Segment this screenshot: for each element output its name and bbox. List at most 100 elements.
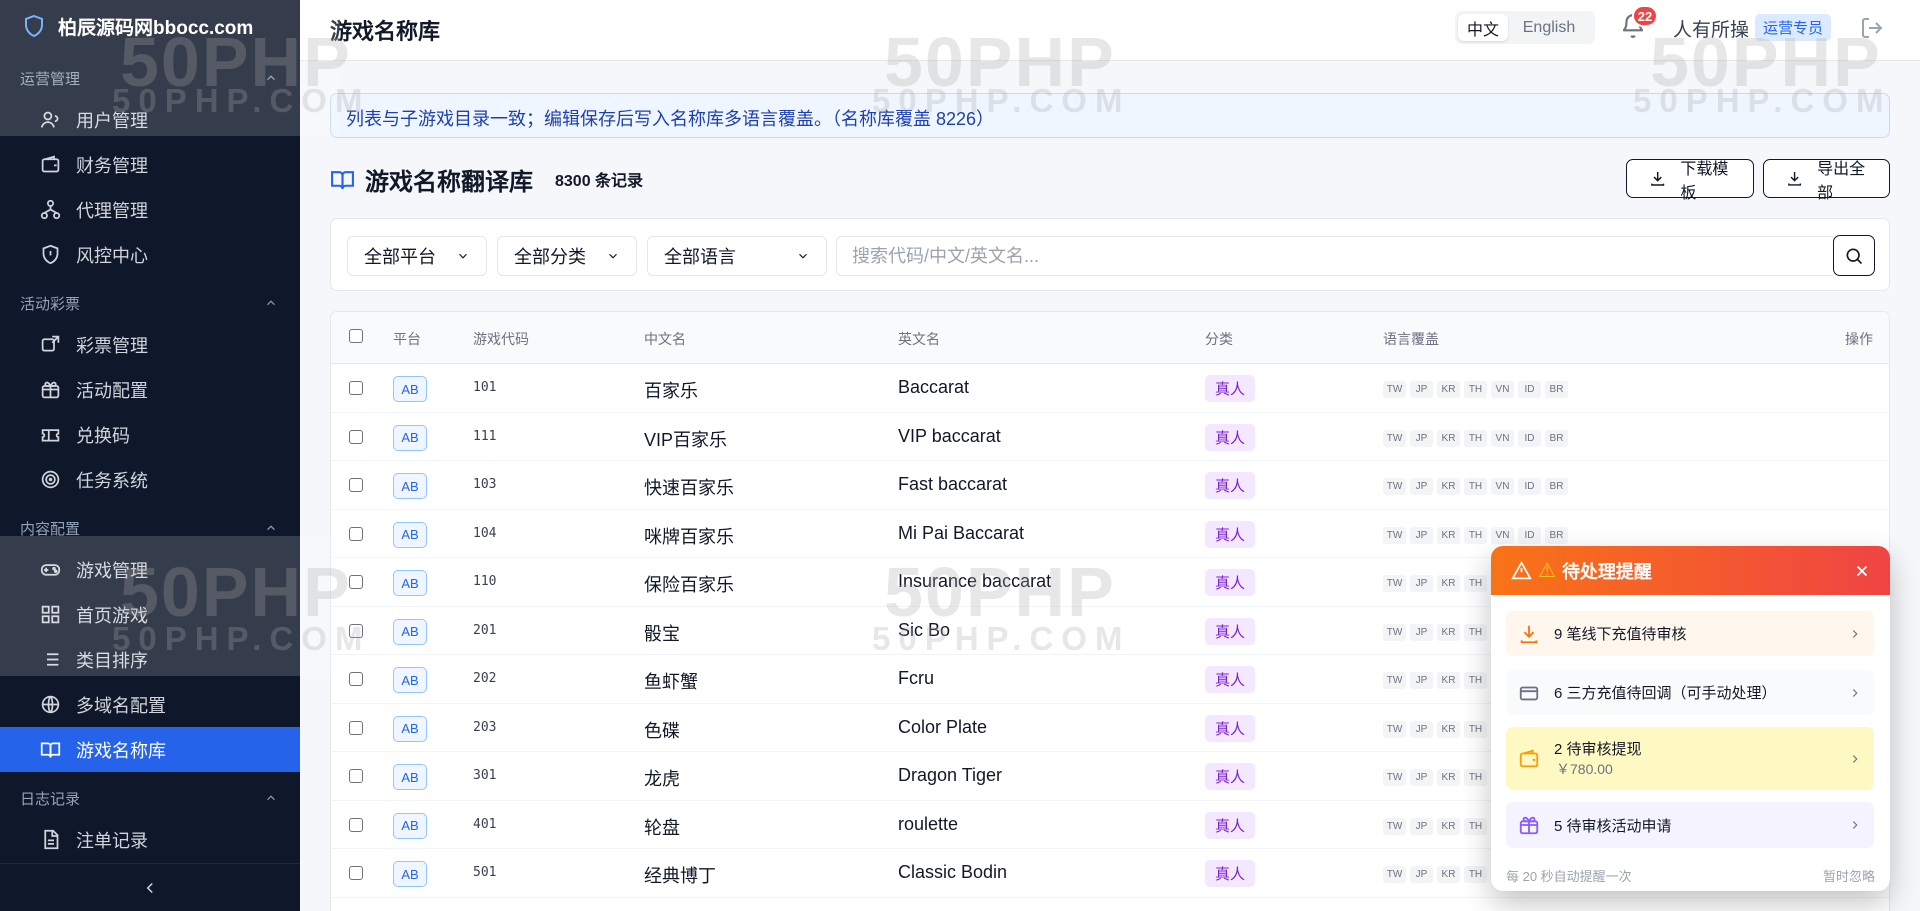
- sidebar-item-label: 用户管理: [76, 110, 148, 131]
- chevron-down-icon: [459, 253, 467, 259]
- username[interactable]: 人有所操: [1673, 15, 1749, 42]
- row-checkbox[interactable]: [349, 866, 363, 880]
- alert-third-party-callback[interactable]: 6 三方充值待回调（可手动处理）: [1506, 670, 1874, 715]
- sidebar-item-users[interactable]: 用户管理: [0, 97, 300, 142]
- game-code: 201: [473, 622, 497, 638]
- shield-icon: [25, 14, 43, 38]
- gift-icon: [41, 381, 60, 399]
- row-checkbox[interactable]: [349, 623, 363, 638]
- lang-english-button[interactable]: English: [1508, 14, 1590, 41]
- nav-group-label: 内容配置: [20, 520, 81, 538]
- language-tag: JP: [1410, 623, 1433, 641]
- export-all-button[interactable]: 导出全部: [1763, 159, 1890, 202]
- sidebar-item-games[interactable]: 游戏管理: [0, 547, 300, 592]
- sidebar-item-label: 财务管理: [76, 155, 148, 176]
- row-checkbox[interactable]: [349, 720, 363, 735]
- sidebar-item-finance[interactable]: 财务管理: [0, 142, 300, 187]
- game-code: 401: [473, 816, 497, 832]
- language-tag: KR: [1437, 672, 1460, 689]
- english-name: Color Plate: [898, 716, 988, 737]
- alert-offline-deposit[interactable]: 9 笔线下充值待审核: [1506, 611, 1874, 656]
- alert-withdrawal[interactable]: 2 待审核提现 ￥780.00: [1506, 727, 1874, 790]
- sidebar-item-activities[interactable]: 活动配置: [0, 367, 300, 412]
- sidebar-item-label: 彩票管理: [76, 335, 148, 356]
- info-notice: 列表与子游戏目录一致；编辑保存后写入名称库多语言覆盖。（名称库覆盖 8226）: [330, 93, 1890, 138]
- lang-chinese-button[interactable]: 中文: [1458, 14, 1508, 41]
- language-tag: KR: [1437, 623, 1460, 641]
- language-coverage: TW JP KR TH: [1383, 575, 1487, 592]
- language-tag: BR: [1545, 429, 1568, 447]
- header-platform: 平台: [393, 331, 421, 347]
- game-code: 111: [473, 428, 497, 444]
- language-tag: BR: [1545, 381, 1568, 398]
- language-coverage: TW JP KR TH: [1383, 769, 1487, 786]
- select-all-checkbox[interactable]: [349, 329, 363, 343]
- sidebar-item-agents[interactable]: 代理管理: [0, 187, 300, 232]
- row-checkbox[interactable]: [349, 478, 363, 492]
- sidebar-item-redeem[interactable]: 兑换码: [0, 412, 300, 457]
- language-tag: TH: [1464, 381, 1487, 398]
- logout-icon[interactable]: [1860, 16, 1884, 40]
- language-select[interactable]: 全部语言: [647, 236, 827, 276]
- search-button[interactable]: [1833, 235, 1875, 276]
- sidebar-item-domains[interactable]: 多域名配置: [0, 682, 300, 727]
- nav-group-activity[interactable]: 活动彩票: [0, 284, 300, 322]
- nav-group-logs[interactable]: 日志记录: [0, 779, 300, 817]
- row-checkbox[interactable]: [349, 817, 363, 832]
- sidebar-collapse-button[interactable]: [0, 863, 300, 911]
- book-open-icon: [331, 170, 354, 189]
- download-icon: [1651, 171, 1665, 186]
- row-checkbox[interactable]: [349, 526, 363, 541]
- language-tag: KR: [1437, 817, 1460, 835]
- sidebar-item-category-sort[interactable]: 类目排序: [0, 637, 300, 682]
- row-checkbox[interactable]: [349, 672, 363, 686]
- language-tag: TH: [1464, 623, 1487, 641]
- language-tag: TH: [1464, 526, 1487, 544]
- language-tag: JP: [1410, 672, 1433, 689]
- nav-group-content[interactable]: 内容配置: [0, 509, 300, 547]
- language-tag: TW: [1383, 478, 1406, 495]
- row-checkbox[interactable]: [349, 429, 363, 444]
- platform-badge: AB: [393, 473, 427, 499]
- category-badge: 真人: [1205, 472, 1255, 499]
- row-checkbox[interactable]: [349, 769, 363, 783]
- sidebar-item-lottery[interactable]: 彩票管理: [0, 322, 300, 367]
- dismiss-temporarily-button[interactable]: 暂时忽略: [1823, 866, 1875, 885]
- english-name: Fcru: [898, 668, 934, 688]
- sidebar-item-game-names[interactable]: 游戏名称库: [0, 727, 300, 772]
- language-tag: TH: [1464, 817, 1487, 835]
- platform-badge: AB: [393, 715, 427, 742]
- language-tag: JP: [1410, 817, 1433, 835]
- brand[interactable]: 柏辰源码网bbocc.com: [0, 0, 300, 52]
- language-tag: JP: [1410, 478, 1433, 495]
- language-tag: TW: [1383, 817, 1406, 835]
- close-icon[interactable]: [1853, 562, 1871, 580]
- sidebar-item-tasks[interactable]: 任务系统: [0, 457, 300, 502]
- chevron-left-icon: [146, 882, 153, 893]
- alert-label: 9 笔线下充值待审核: [1554, 626, 1687, 643]
- language-tag: BR: [1545, 526, 1568, 544]
- nav-group-operations[interactable]: 运营管理: [0, 59, 300, 97]
- language-tag: JP: [1410, 866, 1433, 883]
- row-checkbox[interactable]: [349, 381, 363, 395]
- category-badge: 真人: [1205, 520, 1255, 548]
- category-select[interactable]: 全部分类: [497, 236, 637, 276]
- notifications-button[interactable]: 22: [1620, 5, 1658, 45]
- alert-activity-application[interactable]: 5 待审核活动申请: [1506, 802, 1874, 848]
- search-input[interactable]: [836, 236, 1836, 276]
- language-tag: VN: [1491, 381, 1514, 398]
- row-checkbox[interactable]: [349, 575, 363, 589]
- english-name: Sic Bo: [898, 619, 951, 640]
- sidebar-item-risk[interactable]: 风控中心: [0, 232, 300, 277]
- language-coverage: TW JP KR TH: [1383, 623, 1487, 641]
- sidebar-item-home-games[interactable]: 首页游戏: [0, 592, 300, 637]
- role-badge: 运营专员: [1755, 14, 1832, 41]
- language-tag: TH: [1464, 720, 1487, 738]
- language-tag: TH: [1464, 672, 1487, 689]
- language-coverage: TW JP KR TH VN ID BR: [1383, 381, 1568, 398]
- platform-select[interactable]: 全部平台: [347, 236, 487, 276]
- download-template-button[interactable]: 下载模板: [1626, 159, 1754, 202]
- language-coverage: TW JP KR TH: [1383, 866, 1487, 883]
- sidebar-item-bets[interactable]: 注单记录: [0, 817, 300, 862]
- platform-badge: AB: [393, 570, 427, 596]
